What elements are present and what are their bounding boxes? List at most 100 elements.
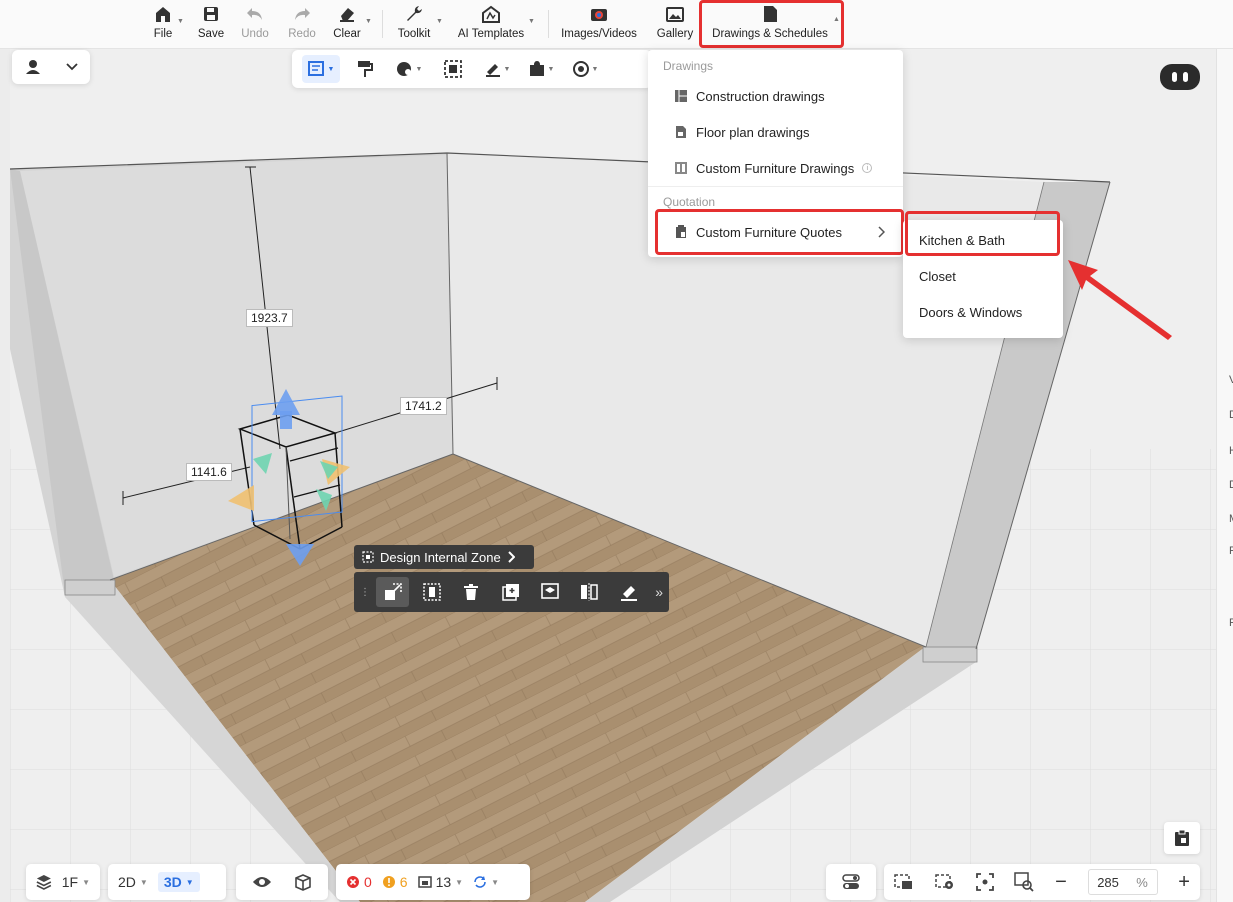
status-indicators: 0 6 13 ▼ ▼ <box>336 864 530 900</box>
mirror-button[interactable] <box>573 577 606 607</box>
frame-select-tool[interactable] <box>434 55 472 83</box>
cube-view-icon[interactable] <box>294 873 312 891</box>
construction-drawings-item[interactable]: Construction drawings <box>648 80 903 112</box>
paint-roller-tool[interactable] <box>346 55 384 83</box>
fit-view-icon[interactable] <box>894 873 914 891</box>
transform-button[interactable] <box>376 577 410 607</box>
drawings-section-header: Drawings <box>663 59 714 73</box>
menu-divider <box>648 186 903 187</box>
home-icon <box>153 4 173 24</box>
images-videos-button[interactable]: Images/Videos <box>560 4 638 44</box>
model-count[interactable]: 13 ▼ <box>417 874 463 890</box>
puzzle-icon <box>529 61 544 76</box>
custom-furniture-quotes-item[interactable]: Custom Furniture Quotes <box>648 216 903 248</box>
clipboard-icon <box>1175 829 1189 846</box>
target-tool[interactable]: ▼ <box>566 55 604 83</box>
ai-templates-button[interactable]: AI Templates <box>456 4 526 44</box>
mode-3d-button[interactable]: 3D ▼ <box>157 872 200 892</box>
info-icon[interactable]: i <box>862 163 873 173</box>
view-mode-toggle: 2D ▼ 3D ▼ <box>108 864 226 900</box>
zoom-area-icon[interactable] <box>1014 872 1034 892</box>
floor-selector[interactable]: 1F ▼ <box>26 864 100 900</box>
delete-button[interactable] <box>455 577 488 607</box>
chevron-right-icon <box>507 551 515 563</box>
file-button[interactable]: File <box>150 4 176 44</box>
clear-caret-icon[interactable]: ▼ <box>365 18 372 25</box>
annotation-arrow-icon <box>1068 260 1172 340</box>
assistant-robot-icon[interactable] <box>1160 64 1200 90</box>
custom-furniture-drawings-item[interactable]: Custom Furniture Drawings i <box>648 152 903 184</box>
right-properties-strip: V D H D M R P <box>1216 49 1233 902</box>
floor-plan-icon <box>676 126 686 138</box>
design-internal-zone-button[interactable]: Design Internal Zone <box>354 545 534 569</box>
drag-handle-icon[interactable]: ⋮ <box>360 587 370 598</box>
property-letter: D <box>1229 479 1233 491</box>
check-model-button[interactable] <box>533 577 566 607</box>
undo-icon <box>245 4 265 24</box>
construction-drawings-icon <box>675 90 687 102</box>
layers-icon <box>36 875 52 890</box>
material-tool[interactable]: ▼ <box>390 55 428 83</box>
kitchen-bath-item[interactable]: Kitchen & Bath <box>903 224 1063 256</box>
align-button[interactable] <box>415 577 448 607</box>
warning-icon <box>382 876 395 888</box>
plugin-tool[interactable]: ▼ <box>522 55 560 83</box>
property-letter: P <box>1229 617 1233 629</box>
quotes-submenu: Kitchen & Bath Closet Doors & Windows <box>903 220 1063 338</box>
quotes-icon <box>676 225 686 238</box>
camera-icon <box>589 4 609 24</box>
drawings-schedules-button[interactable]: Drawings & Schedules <box>710 4 830 44</box>
eye-icon[interactable] <box>252 875 272 889</box>
zoom-in-button[interactable]: + <box>1178 871 1190 894</box>
doors-windows-item[interactable]: Doors & Windows <box>903 296 1063 328</box>
top-toolbar: File ▼ Save Undo Redo Clear ▼ Toolkit ▼ <box>0 0 1233 49</box>
closet-item[interactable]: Closet <box>903 260 1063 292</box>
warning-count[interactable]: 6 <box>382 874 408 890</box>
eraser-icon <box>337 4 357 24</box>
select-mode-tool[interactable]: ▼ <box>302 55 340 83</box>
model-check-icon <box>541 583 559 599</box>
material-icon <box>396 62 411 76</box>
visibility-controls <box>236 864 328 900</box>
save-button[interactable]: Save <box>197 4 225 44</box>
settings-toggle[interactable] <box>826 864 876 900</box>
duplicate-button[interactable] <box>494 577 527 607</box>
error-count[interactable]: 0 <box>346 874 372 890</box>
expand-more-icon[interactable]: » <box>655 584 663 600</box>
toolkit-caret-icon[interactable]: ▼ <box>436 18 443 25</box>
dimension-height-label[interactable]: 1923.7 <box>246 309 293 327</box>
secondary-toolbar: ▼ ▼ ▼ ▼ ▼ <box>292 50 652 88</box>
user-view-selector[interactable] <box>12 50 90 84</box>
view-settings-icon[interactable] <box>935 873 955 891</box>
clipboard-button[interactable] <box>1164 822 1200 854</box>
property-letter: V <box>1229 374 1233 386</box>
eyedropper-tool[interactable]: ▼ <box>478 55 516 83</box>
sync-button[interactable]: ▼ <box>473 875 499 889</box>
ai-templates-caret-icon[interactable]: ▼ <box>528 18 535 25</box>
frame-select-icon <box>444 60 462 78</box>
object-context-toolbar: ⋮ » <box>354 572 669 612</box>
furniture-drawings-icon <box>675 162 687 174</box>
dimension-depth-label[interactable]: 1141.6 <box>186 463 232 481</box>
ai-templates-icon <box>481 4 501 24</box>
toolkit-button[interactable]: Toolkit <box>394 4 434 44</box>
model-list-icon <box>417 876 432 888</box>
sync-icon <box>474 876 486 888</box>
dimension-width-label[interactable]: 1741.2 <box>400 397 447 415</box>
focus-icon[interactable] <box>975 873 994 891</box>
clear-button[interactable]: Clear <box>332 4 362 44</box>
transform-icon <box>384 583 402 600</box>
property-letter: H <box>1229 445 1233 457</box>
file-caret-icon[interactable]: ▼ <box>177 18 184 25</box>
floor-plan-drawings-item[interactable]: Floor plan drawings <box>648 116 903 148</box>
error-icon <box>347 876 359 888</box>
redo-button[interactable]: Redo <box>287 4 317 44</box>
undo-button[interactable]: Undo <box>240 4 270 44</box>
mode-2d-button[interactable]: 2D ▼ <box>118 874 148 890</box>
drawings-caret-icon[interactable]: ▲ <box>833 16 840 23</box>
quotation-section-header: Quotation <box>663 195 716 209</box>
zoom-level-input[interactable]: 285 % <box>1087 869 1158 895</box>
material-brush-button[interactable] <box>612 577 645 607</box>
gallery-button[interactable]: Gallery <box>656 4 694 44</box>
zoom-out-button[interactable]: − <box>1055 871 1067 894</box>
